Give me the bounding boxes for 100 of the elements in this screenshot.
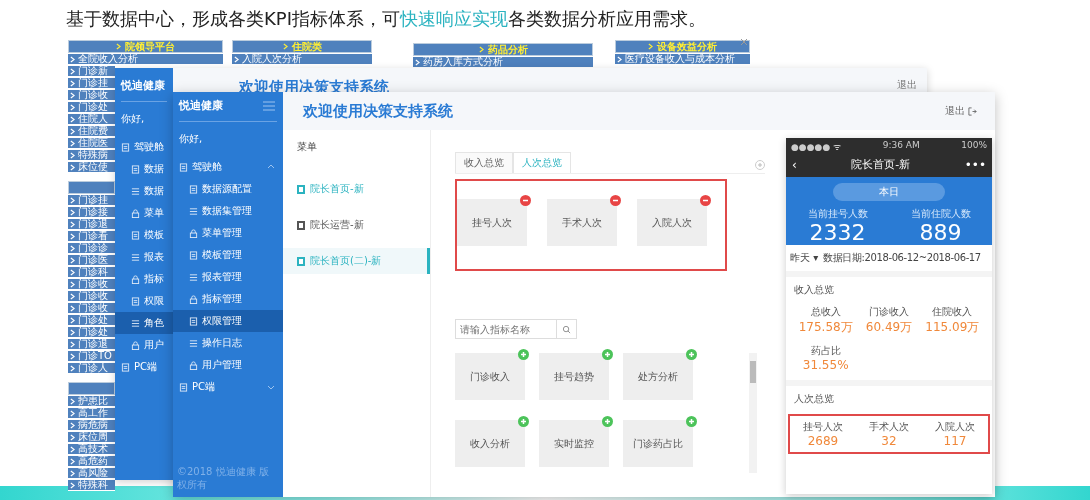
menu-item[interactable]: 门诊接: [68, 207, 115, 218]
logout-link[interactable]: 退出: [897, 78, 917, 92]
menu-item[interactable]: 特殊病: [68, 150, 115, 161]
menu-item[interactable]: 床位周: [68, 432, 115, 443]
range-button[interactable]: 本日: [833, 183, 945, 201]
remove-icon[interactable]: [520, 195, 531, 206]
nav-item[interactable]: 用户: [115, 334, 173, 356]
menu-item[interactable]: 入院人次分析: [232, 54, 372, 65]
nav-item[interactable]: 数据: [115, 158, 173, 180]
lock-icon: [189, 360, 198, 370]
logout-button[interactable]: 退出: [939, 103, 983, 119]
nav-item[interactable]: 操作日志: [173, 332, 283, 354]
nav-item[interactable]: 模板管理: [173, 244, 283, 266]
lock-icon: [131, 274, 140, 284]
menu-item[interactable]: 高工作: [68, 408, 115, 419]
menu-item[interactable]: 门诊新: [68, 66, 115, 77]
nav-item[interactable]: 报表: [115, 246, 173, 268]
nav-item[interactable]: 数据集管理: [173, 200, 283, 222]
lock-icon: [131, 208, 140, 218]
nav-item[interactable]: 菜单管理: [173, 222, 283, 244]
menu-item[interactable]: 门诊TO: [68, 351, 115, 362]
search-button[interactable]: [557, 319, 577, 339]
remove-icon[interactable]: [610, 195, 621, 206]
search-field[interactable]: 请输入指标名称: [455, 319, 557, 339]
menu-icon[interactable]: [263, 100, 275, 111]
stat-value: 117: [943, 434, 967, 448]
menu-item[interactable]: 院长运营-新: [310, 218, 364, 232]
add-icon[interactable]: [686, 416, 697, 427]
menu-item[interactable]: 住院费: [68, 126, 115, 137]
menu-item[interactable]: 床位使: [68, 162, 115, 173]
nav-item[interactable]: 菜单: [115, 202, 173, 224]
chevron-icon: [478, 46, 484, 53]
stat-label: 挂号人次: [803, 420, 843, 434]
nav-item[interactable]: PC端: [173, 376, 283, 398]
add-icon[interactable]: [686, 349, 697, 360]
chevron-icon: [267, 163, 275, 171]
section-title: 人次总览: [794, 392, 835, 406]
menu-item[interactable]: 门诊看: [68, 231, 115, 242]
menu-item[interactable]: 高技术: [68, 444, 115, 455]
back-button[interactable]: ‹: [792, 157, 797, 172]
nav-item[interactable]: 驾驶舱: [173, 156, 283, 178]
menu-item[interactable]: 高风险: [68, 468, 115, 479]
remove-icon[interactable]: [700, 195, 711, 206]
stat-value: 2332: [809, 221, 866, 245]
menu-item[interactable]: 病危病: [68, 420, 115, 431]
chevron-icon: [415, 58, 420, 66]
menu-item[interactable]: 门诊收: [68, 303, 115, 314]
more-button[interactable]: •••: [964, 157, 986, 172]
nav-item[interactable]: 驾驶舱: [115, 136, 173, 158]
menu-item[interactable]: 特殊科: [68, 480, 115, 491]
nav-item[interactable]: 数据: [115, 180, 173, 202]
menu-item[interactable]: 门诊退: [68, 219, 115, 230]
menu-item[interactable]: 住院医: [68, 138, 115, 149]
stat-label: 当前挂号人数: [807, 207, 868, 221]
menu-header: 药品分析: [413, 43, 593, 56]
nav-item[interactable]: PC端: [115, 356, 173, 378]
menu-item[interactable]: 高危药: [68, 456, 115, 467]
add-icon[interactable]: [518, 416, 529, 427]
add-icon[interactable]: [755, 160, 765, 170]
menu-item[interactable]: 门诊收: [68, 279, 115, 290]
nav-item[interactable]: 指标: [115, 268, 173, 290]
menu-item[interactable]: 门诊收: [68, 291, 115, 302]
document-icon: [179, 382, 188, 392]
add-icon[interactable]: [602, 349, 613, 360]
menu-item[interactable]: 门诊人: [68, 363, 115, 374]
stat-value: 32: [881, 434, 897, 448]
nav-item[interactable]: 指标管理: [173, 288, 283, 310]
period-dropdown[interactable]: 昨天 ▾: [790, 251, 819, 265]
menu-item[interactable]: 门诊收: [68, 90, 115, 101]
menu-item[interactable]: 门诊科: [68, 267, 115, 278]
nav-item[interactable]: 角色: [115, 312, 173, 334]
tab[interactable]: 人次总览: [513, 152, 571, 173]
nav-item[interactable]: 用户管理: [173, 354, 283, 376]
add-icon[interactable]: [518, 349, 529, 360]
nav-item[interactable]: 报表管理: [173, 266, 283, 288]
menu-item[interactable]: 住院人: [68, 114, 115, 125]
stat-value: 2689: [807, 434, 839, 448]
nav-item[interactable]: 权限管理: [173, 310, 283, 332]
add-icon[interactable]: [602, 416, 613, 427]
screen-title: 院长首页-新: [851, 157, 911, 172]
menu-item[interactable]: 门诊处: [68, 315, 115, 326]
menu-item[interactable]: 医疗设备收入与成本分析: [615, 54, 750, 65]
menu-item[interactable]: 门诊挂: [68, 78, 115, 89]
menu-item[interactable]: 门诊处: [68, 102, 115, 113]
logo: 悦迪健康: [119, 78, 166, 94]
menu-item[interactable]: 门诊处: [68, 327, 115, 338]
close-icon[interactable]: [740, 38, 748, 46]
menu-item[interactable]: 全院收入分析: [68, 54, 223, 65]
menu-item[interactable]: 门诊医: [68, 255, 115, 266]
tab[interactable]: 收入总览: [455, 152, 513, 173]
menu-item[interactable]: 门诊退: [68, 339, 115, 350]
nav-item[interactable]: 权限: [115, 290, 173, 312]
menu-item[interactable]: 门诊挂: [68, 195, 115, 206]
stat-value: 175.58万: [798, 319, 853, 336]
menu-item[interactable]: 院长首页-新: [310, 182, 364, 196]
nav-item[interactable]: 模板: [115, 224, 173, 246]
nav-item[interactable]: 数据源配置: [173, 178, 283, 200]
menu-item[interactable]: 门诊诊: [68, 243, 115, 254]
scrollbar[interactable]: [749, 353, 757, 473]
menu-item[interactable]: 护患比: [68, 396, 115, 407]
